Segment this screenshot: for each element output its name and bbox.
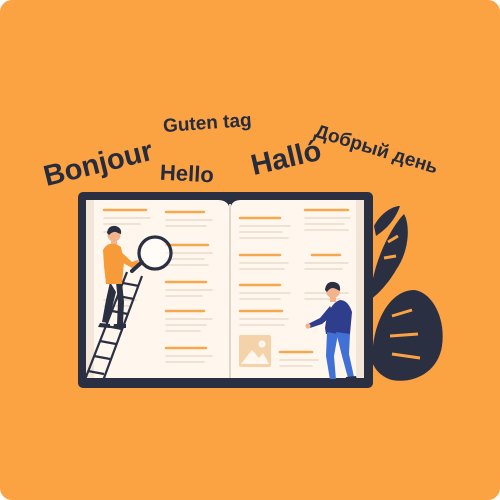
language-book-illustration: [0, 0, 500, 500]
right-page-edge: [356, 200, 364, 378]
book-spine: [229, 204, 231, 378]
greeting-word-hello: Hello: [159, 159, 215, 188]
book-left-page: [86, 200, 229, 378]
image-placeholder-icon: [239, 335, 271, 367]
illustration-card: Bonjour Guten tag Hello Halló Добрый ден…: [0, 0, 500, 500]
left-page-edge: [86, 200, 94, 378]
